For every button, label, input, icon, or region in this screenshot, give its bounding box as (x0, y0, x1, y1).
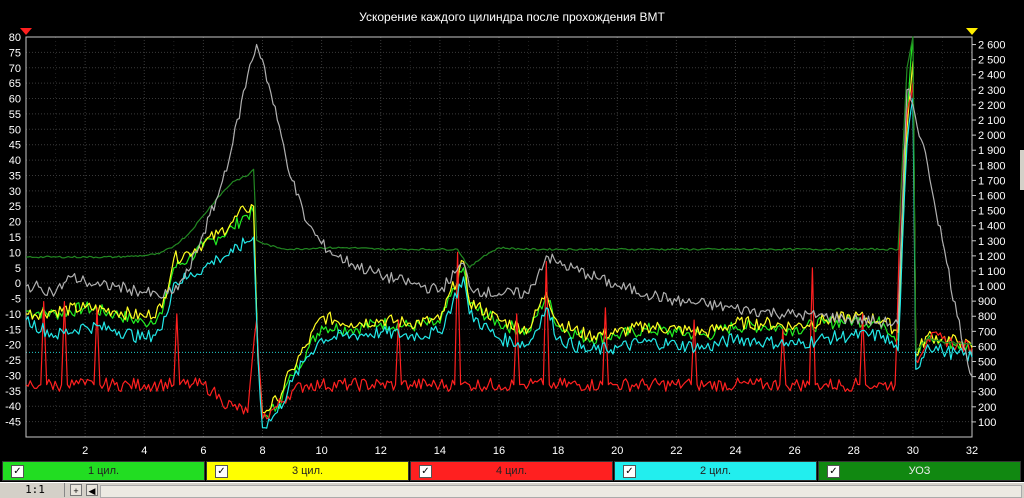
x-tick-label: 26 (789, 445, 801, 457)
y-left-tick-label: -20 (5, 340, 21, 352)
checkbox-icon[interactable]: ✓ (215, 465, 228, 478)
x-tick-label: 6 (200, 445, 206, 457)
legend-item-1[interactable]: ✓ 1 цил. (2, 461, 205, 481)
y-right-tick-label: 1 200 (978, 251, 1006, 263)
legend-item-4[interactable]: ✓ 2 цил. (614, 461, 817, 481)
y-left-tick-label: 75 (9, 47, 21, 59)
y-right-tick-label: 1 300 (978, 236, 1006, 248)
y-left-tick-label: 10 (9, 247, 21, 259)
y-left-tick-label: -15 (5, 324, 21, 336)
y-left-tick-label: 20 (9, 217, 21, 229)
y-left-tick-label: -10 (5, 309, 21, 321)
legend-item-3[interactable]: ✓ 4 цил. (410, 461, 613, 481)
y-right-tick-label: 400 (978, 372, 996, 384)
zoom-level: 1:1 (6, 483, 65, 497)
y-right-tick-label: 200 (978, 402, 996, 414)
x-tick-label: 4 (141, 445, 147, 457)
checkbox-icon[interactable]: ✓ (827, 465, 840, 478)
y-right-tick-label: 1 600 (978, 190, 1006, 202)
y-right-tick-label: 2 000 (978, 130, 1006, 142)
x-tick-label: 24 (729, 445, 741, 457)
y-left-tick-label: 30 (9, 186, 21, 198)
horizontal-scrollbar[interactable] (100, 485, 1022, 498)
y-left-tick-label: -40 (5, 401, 21, 413)
chart: Ускорение каждого цилиндра после прохожд… (0, 0, 1024, 460)
y-right-tick-label: 2 100 (978, 115, 1006, 127)
right-scroll-handle[interactable] (1020, 150, 1024, 190)
legend-item-2[interactable]: ✓ 3 цил. (206, 461, 409, 481)
checkbox-icon[interactable]: ✓ (11, 465, 24, 478)
y-right-tick-label: 700 (978, 326, 996, 338)
x-tick-label: 18 (552, 445, 564, 457)
x-tick-label: 10 (316, 445, 328, 457)
x-tick-label: 28 (848, 445, 860, 457)
legend-label: 3 цил. (291, 465, 324, 477)
y-left-tick-label: 45 (9, 140, 21, 152)
chart-title: Ускорение каждого цилиндра после прохожд… (359, 10, 665, 24)
y-left-tick-label: 0 (15, 278, 21, 290)
y-right-tick-label: 2 600 (978, 40, 1006, 52)
y-right-tick-label: 1 700 (978, 175, 1006, 187)
y-right-tick-label: 900 (978, 296, 996, 308)
x-tick-label: 32 (966, 445, 978, 457)
zoom-in-button[interactable]: + (70, 484, 82, 496)
y-right-tick-label: 1 100 (978, 266, 1006, 278)
y-left-tick-label: 60 (9, 94, 21, 106)
y-left-tick-label: 50 (9, 124, 21, 136)
y-left-tick-label: 5 (15, 263, 21, 275)
y-left-tick-label: -5 (11, 294, 21, 306)
y-left-tick-label: 25 (9, 201, 21, 213)
y-left-tick-label: -30 (5, 370, 21, 382)
y-left-tick-label: -45 (5, 417, 21, 429)
y-left-tick-label: 80 (9, 32, 21, 44)
legend-label: 1 цил. (87, 465, 120, 477)
y-left-tick-label: 55 (9, 109, 21, 121)
y-left-tick-label: -25 (5, 355, 21, 367)
checkbox-icon[interactable]: ✓ (419, 465, 432, 478)
legend-label: УОЗ (908, 465, 931, 477)
legend-label: 4 цил. (495, 465, 528, 477)
y-left-tick-label: 15 (9, 232, 21, 244)
y-right-tick-label: 500 (978, 357, 996, 369)
x-tick-label: 30 (907, 445, 919, 457)
legend: ✓ 1 цил. ✓ 3 цил. ✓ 4 цил. ✓ 2 цил. ✓ УОЗ (0, 460, 1024, 482)
x-tick-label: 20 (611, 445, 623, 457)
y-right-tick-label: 1 800 (978, 160, 1006, 172)
y-right-tick-label: 800 (978, 311, 996, 323)
y-right-tick-label: 300 (978, 387, 996, 399)
status-bar: 1:1 + ◀ (0, 482, 1024, 498)
y-right-tick-label: 600 (978, 341, 996, 353)
y-right-tick-label: 2 300 (978, 85, 1006, 97)
scroll-left-button[interactable]: ◀ (86, 484, 98, 496)
y-right-tick-label: 100 (978, 417, 996, 429)
y-left-tick-label: -35 (5, 386, 21, 398)
y-right-tick-label: 2 500 (978, 55, 1006, 67)
y-right-tick-label: 1 500 (978, 206, 1006, 218)
y-right-tick-label: 1 400 (978, 221, 1006, 233)
y-left-tick-label: 40 (9, 155, 21, 167)
legend-label: 2 цил. (699, 465, 732, 477)
y-left-tick-label: 65 (9, 78, 21, 90)
x-tick-label: 8 (259, 445, 265, 457)
x-tick-label: 16 (493, 445, 505, 457)
x-tick-label: 22 (670, 445, 682, 457)
y-right-tick-label: 1 000 (978, 281, 1006, 293)
y-right-tick-label: 2 400 (978, 70, 1006, 82)
y-left-tick-label: 35 (9, 170, 21, 182)
y-right-tick-label: 1 900 (978, 145, 1006, 157)
x-tick-label: 12 (375, 445, 387, 457)
x-tick-label: 14 (434, 445, 446, 457)
y-left-tick-label: 70 (9, 63, 21, 75)
x-tick-label: 2 (82, 445, 88, 457)
legend-item-5[interactable]: ✓ УОЗ (818, 461, 1021, 481)
y-right-tick-label: 2 200 (978, 100, 1006, 112)
checkbox-icon[interactable]: ✓ (623, 465, 636, 478)
